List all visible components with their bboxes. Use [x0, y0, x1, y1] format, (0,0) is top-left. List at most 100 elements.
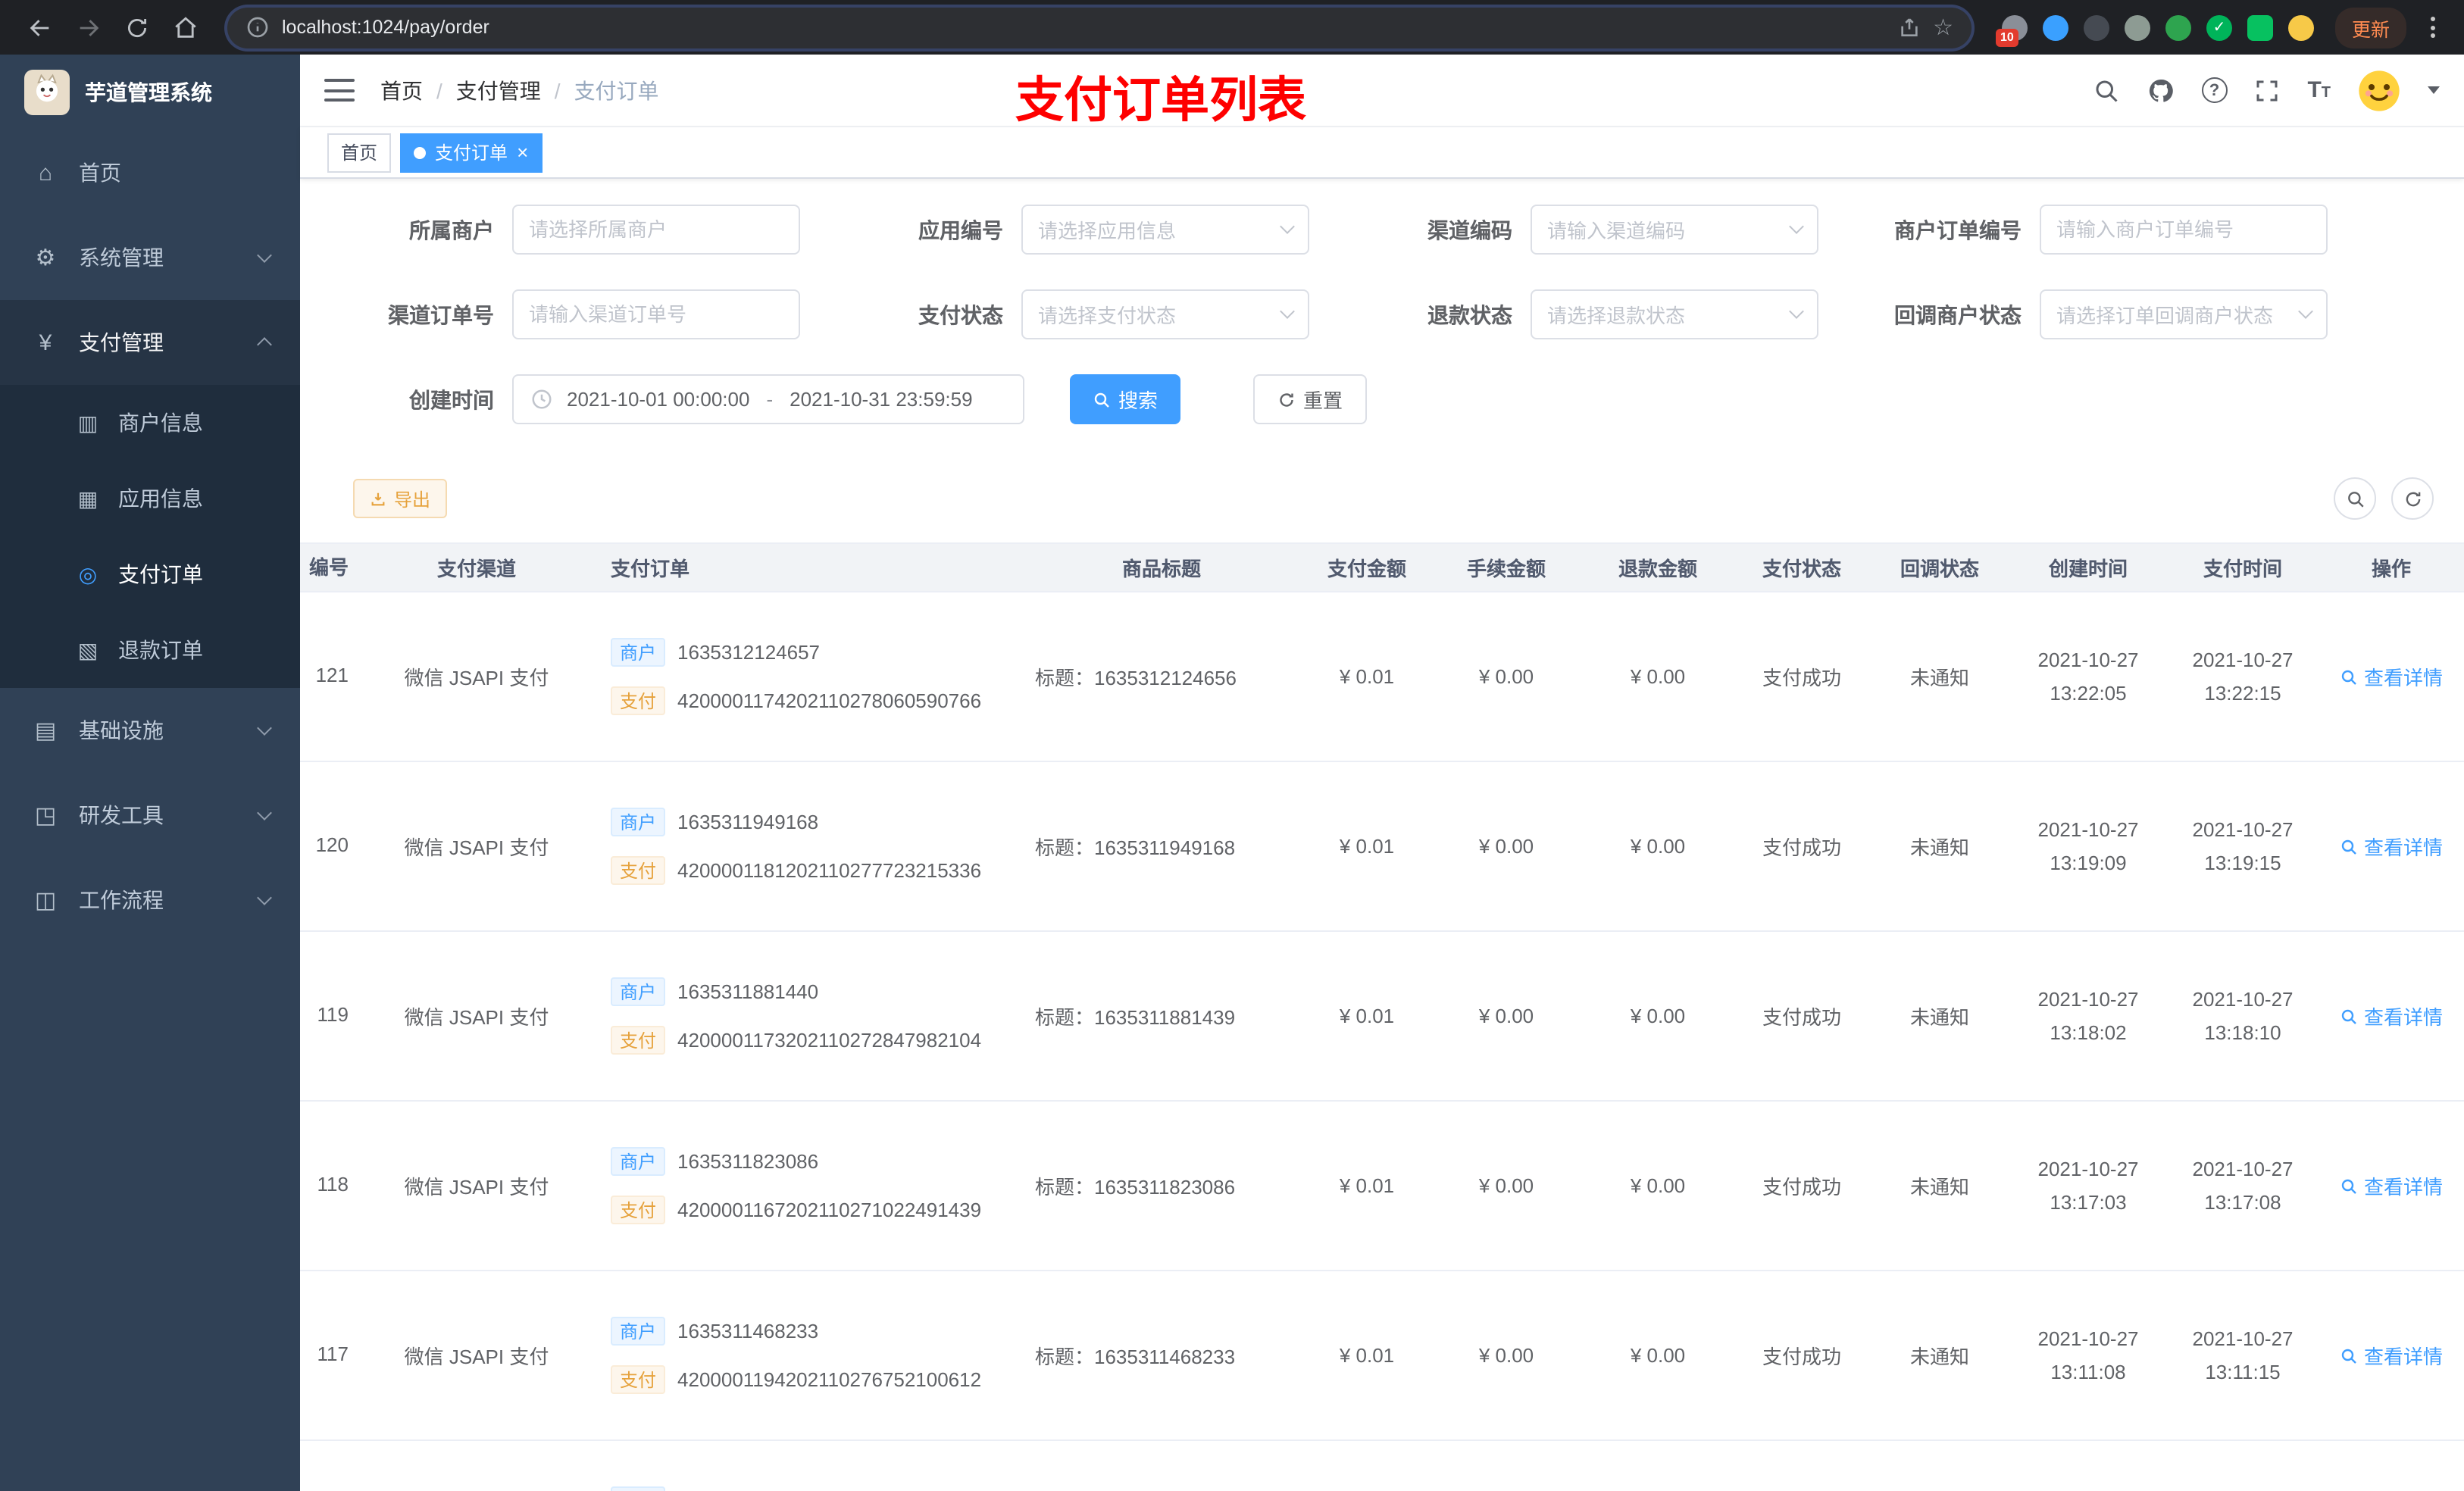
- channel-order-no-input[interactable]: [512, 289, 800, 339]
- fullscreen-icon[interactable]: [2253, 76, 2281, 105]
- sidebar-item-label: 基础设施: [79, 718, 164, 742]
- forward-icon[interactable]: [73, 12, 103, 42]
- app-logo: 芋道管理系统: [0, 55, 300, 130]
- create-time-range-picker[interactable]: 2021-10-01 00:00:00 - 2021-10-31 23:59:5…: [512, 374, 1024, 424]
- refresh-table-button[interactable]: [2391, 477, 2434, 520]
- sidebar-item-infra[interactable]: ▤ 基础设施: [0, 688, 300, 773]
- chevron-down-icon: [2298, 304, 2313, 319]
- app-no-select[interactable]: 请选择应用信息: [1021, 205, 1309, 255]
- extension-icon[interactable]: [2247, 14, 2273, 40]
- extension-icon[interactable]: [2042, 14, 2068, 40]
- extension-icon[interactable]: [2165, 14, 2191, 40]
- filter-label: 渠道订单号: [388, 302, 494, 327]
- extension-icon[interactable]: [2124, 14, 2150, 40]
- pay-order-no: 4200001167202110271022491439: [677, 1199, 982, 1221]
- tab-home[interactable]: 首页: [327, 133, 392, 172]
- pay-order-cell: 商户 1635311468233 支付 4200001194202110276752…: [574, 1271, 1020, 1441]
- top-navbar: 首页 / 支付管理 / 支付订单 支付订单列表: [300, 55, 2464, 127]
- extension-icon[interactable]: [2206, 14, 2232, 40]
- screen: localhost:1024/pay/order 10 更新: [0, 0, 2464, 1491]
- extension-icon[interactable]: [2287, 14, 2314, 40]
- order-id: 117: [317, 1342, 349, 1364]
- refresh-icon[interactable]: [121, 12, 152, 42]
- share-icon[interactable]: [1896, 15, 1921, 39]
- pay-tag: 支付: [611, 1026, 666, 1055]
- tab-pay-order[interactable]: 支付订单: [400, 133, 543, 172]
- bank-card-icon: ▥: [77, 410, 98, 434]
- sidebar-item-refund-order[interactable]: ▧ 退款订单: [0, 612, 300, 688]
- notify-status: 未通知: [1870, 592, 2009, 762]
- sidebar-item-label: 支付订单: [118, 562, 203, 586]
- product-title: 标题：1635312124656: [1020, 592, 1303, 762]
- sidebar-item-pay-order[interactable]: ◎ 支付订单: [0, 536, 300, 612]
- export-button[interactable]: 导出: [353, 479, 448, 518]
- user-avatar[interactable]: [2356, 67, 2402, 113]
- pay-status: 支付成功: [1734, 592, 1870, 762]
- pay-order-cell: 商户 1635311949168 支付 4200001181202110277723…: [574, 761, 1020, 932]
- pay-order-no: 4200001194202110276752100612: [677, 1368, 982, 1391]
- reset-button[interactable]: 重置: [1253, 374, 1368, 424]
- font-size-icon[interactable]: [2307, 77, 2331, 104]
- sidebar-item-system[interactable]: ⚙ 系统管理: [0, 215, 300, 300]
- info-icon[interactable]: [245, 15, 270, 39]
- toggle-search-button[interactable]: [2334, 477, 2376, 520]
- pay-order-no: 4200001173202110272847982104: [677, 1029, 982, 1052]
- pay-status-select[interactable]: 请选择支付状态: [1021, 289, 1309, 339]
- browser-update-button[interactable]: 更新: [2334, 7, 2406, 48]
- breadcrumb-home[interactable]: 首页: [380, 75, 423, 105]
- server-icon: ▤: [34, 718, 57, 744]
- pay-order-cell: 商户 1635311881440 支付 4200001173202110272847…: [574, 931, 1020, 1102]
- view-detail-link[interactable]: 查看详情: [2340, 832, 2443, 861]
- pay-time: 2021-10-27 13:18:10: [2167, 931, 2319, 1102]
- product-title: 标题：1635311823086: [1020, 1101, 1303, 1271]
- sidebar-item-label: 商户信息: [118, 411, 203, 435]
- view-detail-link[interactable]: 查看详情: [2340, 1341, 2443, 1370]
- github-icon[interactable]: [2147, 76, 2175, 105]
- hamburger-icon[interactable]: [324, 79, 355, 102]
- address-bar[interactable]: localhost:1024/pay/order: [227, 7, 1972, 48]
- merchant-order-no: 1635311468233: [677, 1320, 819, 1343]
- sidebar-item-payment[interactable]: ¥ 支付管理: [0, 300, 300, 385]
- sidebar-item-label: 系统管理: [79, 245, 164, 270]
- home-icon[interactable]: [170, 12, 200, 42]
- breadcrumb: 首页 / 支付管理 / 支付订单: [380, 75, 659, 105]
- view-detail-link[interactable]: 查看详情: [2340, 1171, 2443, 1200]
- search-icon[interactable]: [2092, 76, 2121, 105]
- home-menu-icon: ⌂: [38, 160, 53, 186]
- view-detail-link[interactable]: 查看详情: [2340, 1002, 2443, 1030]
- sidebar-item-merchant-info[interactable]: ▥ 商户信息: [0, 385, 300, 461]
- notify-status-select[interactable]: 请选择订单回调商户状态: [2040, 289, 2328, 339]
- extensions-puzzle-icon[interactable]: 10: [1995, 14, 2028, 46]
- document-icon: ▧: [77, 637, 98, 661]
- sidebar-item-app-info[interactable]: ▦ 应用信息: [0, 461, 300, 536]
- refund-status-select[interactable]: 请选择退款状态: [1531, 289, 1818, 339]
- extension-icon[interactable]: [2083, 14, 2109, 40]
- merchant-tag: 商户: [611, 977, 666, 1006]
- search-button[interactable]: 搜索: [1070, 374, 1181, 424]
- bookmark-star-icon[interactable]: [1933, 13, 1953, 42]
- merchant-order-no-input[interactable]: [2040, 205, 2328, 255]
- help-icon[interactable]: [2201, 77, 2228, 103]
- pay-time: 2021-10-27 13:17:08: [2167, 1101, 2319, 1271]
- toolbox-icon: ◳: [34, 803, 57, 829]
- target-icon: ◎: [78, 561, 98, 586]
- sidebar-item-label: 退款订单: [118, 638, 203, 662]
- back-icon[interactable]: [24, 12, 55, 42]
- sidebar-item-devtools[interactable]: ◳ 研发工具: [0, 773, 300, 858]
- merchant-input[interactable]: [512, 205, 800, 255]
- sidebar-item-label: 工作流程: [79, 888, 164, 912]
- channel-code-select[interactable]: 请输入渠道编码: [1531, 205, 1818, 255]
- close-icon[interactable]: [517, 142, 528, 162]
- pay-channel: 微信 JSAPI 支付: [379, 931, 574, 1102]
- table-row: 119 微信 JSAPI 支付 商户 1635311881440 支付 420000…: [300, 931, 2464, 1102]
- view-detail-link[interactable]: 查看详情: [2340, 662, 2443, 691]
- url-text: localhost:1024/pay/order: [282, 17, 489, 38]
- sidebar-item-home[interactable]: ⌂ 首页: [0, 130, 300, 215]
- caret-down-icon[interactable]: [2428, 86, 2440, 94]
- sidebar-item-workflow[interactable]: ◫ 工作流程: [0, 858, 300, 942]
- breadcrumb-pay[interactable]: 支付管理: [456, 75, 541, 105]
- browser-menu-icon[interactable]: [2422, 17, 2443, 38]
- table-row: 118 微信 JSAPI 支付 商户 1635311823086 支付 420000…: [300, 1101, 2464, 1271]
- table-row: 117 微信 JSAPI 支付 商户 1635311468233 支付 420000…: [300, 1271, 2464, 1441]
- chevron-down-icon: [257, 248, 272, 263]
